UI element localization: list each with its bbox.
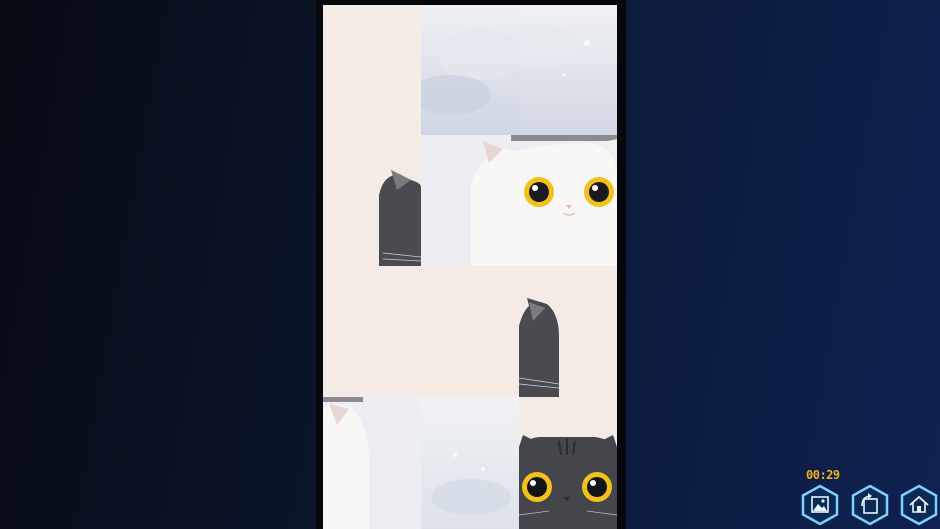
puzzle-tile[interactable] bbox=[519, 135, 617, 266]
timer-display: 00:29 bbox=[806, 468, 840, 482]
puzzle-tile[interactable] bbox=[323, 397, 421, 529]
puzzle-tile[interactable] bbox=[421, 5, 519, 135]
puzzle-tile[interactable] bbox=[421, 266, 519, 397]
puzzle-tile[interactable] bbox=[519, 397, 617, 529]
puzzle-tile[interactable] bbox=[323, 5, 421, 135]
puzzle-tile[interactable] bbox=[323, 266, 421, 397]
rotate-button[interactable] bbox=[849, 484, 891, 526]
puzzle-tile[interactable] bbox=[519, 5, 617, 135]
home-button[interactable] bbox=[898, 484, 940, 526]
puzzle-board bbox=[316, 0, 626, 529]
puzzle-tile[interactable] bbox=[519, 266, 617, 397]
preview-image-button[interactable] bbox=[799, 484, 841, 526]
puzzle-tile[interactable] bbox=[421, 135, 519, 266]
puzzle-tile[interactable] bbox=[323, 135, 421, 266]
puzzle-tile[interactable] bbox=[421, 397, 519, 529]
